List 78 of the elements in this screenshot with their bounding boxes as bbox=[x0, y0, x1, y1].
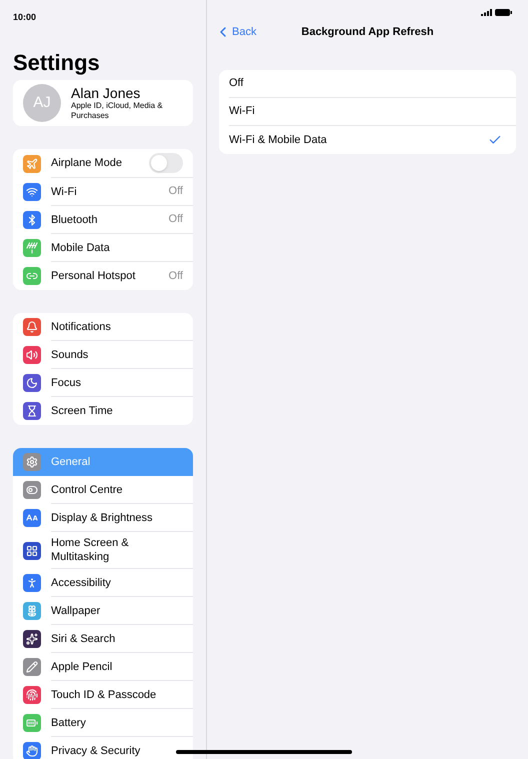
option-row[interactable]: Wi-Fi bbox=[219, 98, 516, 126]
sidebar-item[interactable]: Touch ID & Passcode bbox=[13, 681, 193, 709]
sidebar-title: Settings bbox=[12, 50, 101, 76]
profile-card[interactable]: AJ Alan Jones Apple ID, iCloud, Media & Purchases bbox=[13, 80, 193, 126]
sparkle-icon bbox=[23, 630, 41, 648]
item-label: Control Centre bbox=[51, 482, 123, 496]
text-size-icon bbox=[23, 509, 41, 527]
item-label: Bluetooth bbox=[51, 212, 98, 226]
fingerprint-icon bbox=[23, 686, 41, 704]
sidebar-item[interactable]: Privacy & Security bbox=[13, 737, 193, 759]
sidebar-item[interactable]: Control Centre bbox=[13, 476, 193, 504]
profile-name: Alan Jones bbox=[71, 85, 142, 101]
item-label: Home Screen & Multitasking bbox=[51, 536, 130, 564]
sidebar-item[interactable]: Battery bbox=[13, 709, 193, 737]
item-label: Focus bbox=[51, 376, 81, 390]
option-label: Wi-Fi & Mobile Data bbox=[229, 132, 327, 148]
item-label: Screen Time bbox=[51, 404, 113, 418]
link-icon bbox=[23, 267, 41, 285]
battery-icon bbox=[23, 714, 41, 732]
status-value: Off bbox=[168, 212, 183, 228]
sidebar-item[interactable]: Apple Pencil bbox=[13, 653, 193, 681]
back-button[interactable]: Back bbox=[215, 24, 256, 40]
toggle-switch[interactable] bbox=[149, 153, 183, 173]
settings-icon bbox=[23, 453, 41, 471]
profile-subtitle: Apple ID, iCloud, Media & Purchases bbox=[71, 101, 164, 121]
sidebar-item[interactable]: Notifications bbox=[13, 313, 193, 341]
sidebar-item[interactable]: Siri & Search bbox=[13, 625, 193, 653]
item-label: Notifications bbox=[51, 320, 111, 334]
accessibility-icon bbox=[23, 574, 41, 592]
sidebar-item[interactable]: Bluetooth Off bbox=[13, 206, 193, 234]
item-label: Personal Hotspot bbox=[51, 269, 136, 283]
status-value: Off bbox=[168, 184, 183, 200]
option-label: Wi-Fi bbox=[229, 104, 255, 120]
status-value: Off bbox=[168, 268, 183, 284]
speaker-icon bbox=[23, 346, 41, 364]
signal-icon bbox=[481, 8, 492, 16]
switches-icon bbox=[23, 481, 41, 499]
item-label: Mobile Data bbox=[51, 240, 110, 254]
detail-title: Background App Refresh bbox=[301, 24, 434, 40]
item-label: General bbox=[51, 455, 90, 469]
bluetooth-icon bbox=[23, 211, 41, 229]
item-label: Wallpaper bbox=[51, 604, 100, 618]
sidebar-item[interactable]: Focus bbox=[13, 369, 193, 397]
flower-icon bbox=[23, 602, 41, 620]
sidebar-item[interactable]: Wi-Fi Off bbox=[13, 178, 193, 206]
item-label: Siri & Search bbox=[51, 632, 116, 646]
option-row[interactable]: Wi-Fi & Mobile Data bbox=[219, 126, 516, 154]
bell-icon bbox=[23, 318, 41, 336]
sidebar-item[interactable]: Sounds bbox=[13, 341, 193, 369]
antenna-icon bbox=[23, 239, 41, 257]
item-label: Touch ID & Passcode bbox=[51, 688, 156, 702]
item-label: Accessibility bbox=[51, 576, 111, 590]
pencil-icon bbox=[23, 658, 41, 676]
item-label: Display & Brightness bbox=[51, 510, 152, 524]
hourglass-icon bbox=[23, 402, 41, 420]
item-label: Apple Pencil bbox=[51, 660, 112, 674]
sidebar-item[interactable]: Home Screen & Multitasking bbox=[13, 532, 193, 569]
sidebar-item[interactable]: Accessibility bbox=[13, 569, 193, 597]
item-label: Sounds bbox=[51, 348, 88, 362]
item-label: Wi-Fi bbox=[51, 184, 77, 198]
option-label: Off bbox=[229, 76, 244, 92]
sidebar-item[interactable]: Mobile Data bbox=[13, 234, 193, 262]
grid-icon bbox=[23, 542, 41, 560]
sidebar-item[interactable]: Airplane Mode bbox=[13, 149, 193, 178]
option-row[interactable]: Off bbox=[219, 70, 516, 98]
sidebar-item[interactable]: Wallpaper bbox=[13, 597, 193, 625]
sidebar-item[interactable]: Screen Time bbox=[13, 397, 193, 425]
moon-icon bbox=[23, 374, 41, 392]
status-time: 10:00 bbox=[13, 12, 36, 22]
airplane-icon bbox=[23, 154, 41, 172]
avatar: AJ bbox=[23, 84, 61, 122]
item-label: Airplane Mode bbox=[51, 156, 122, 170]
item-label: Battery bbox=[51, 716, 86, 730]
battery-icon bbox=[495, 8, 512, 16]
sidebar-item[interactable]: Personal Hotspot Off bbox=[13, 262, 193, 290]
wifi-icon bbox=[23, 183, 41, 201]
sidebar-item[interactable]: Display & Brightness bbox=[13, 504, 193, 532]
item-label: Privacy & Security bbox=[51, 744, 140, 758]
